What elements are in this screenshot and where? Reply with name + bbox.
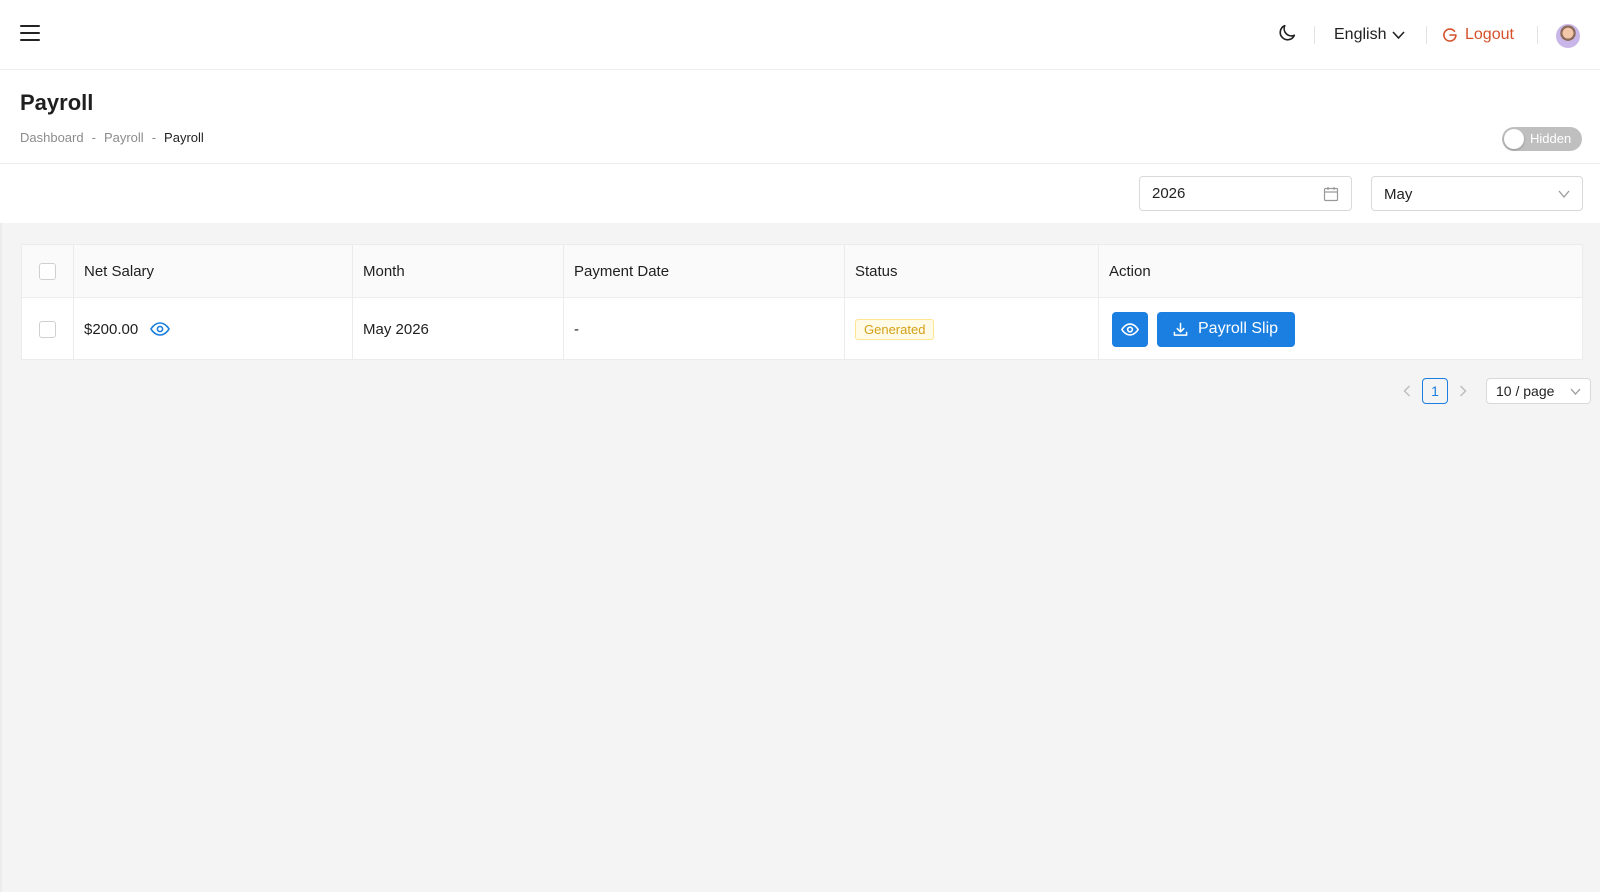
net-salary-cell: $200.00 [74,298,353,360]
breadcrumb-payroll[interactable]: Payroll [104,130,144,145]
user-avatar[interactable] [1556,24,1580,48]
month-select[interactable]: May [1371,176,1583,211]
eye-icon [1121,322,1139,336]
chevron-left-icon [1403,385,1411,397]
page-title: Payroll [20,90,94,115]
header-select-cell [22,245,74,297]
breadcrumb-dashboard[interactable]: Dashboard [20,130,84,145]
page-size-value: 10 / page [1496,383,1555,399]
divider [1426,26,1427,44]
chevron-right-icon [1459,385,1467,397]
toggle-knob [1504,129,1524,149]
pagination: 1 10 / page [1398,378,1591,404]
column-header-status[interactable]: Status [845,245,1099,297]
hidden-toggle[interactable]: Hidden [1502,127,1582,151]
row-select-cell [22,298,74,360]
breadcrumb-separator: - [151,130,157,145]
divider [1314,26,1315,44]
toggle-label: Hidden [1530,131,1572,146]
column-header-net-salary[interactable]: Net Salary [74,245,353,297]
logout-button[interactable]: Logout [1442,24,1514,46]
view-button[interactable] [1112,311,1148,347]
download-icon [1173,322,1188,336]
prev-page-button[interactable] [1398,378,1416,404]
logout-label: Logout [1465,26,1514,43]
select-all-checkbox[interactable] [39,262,56,280]
language-selector[interactable]: English [1334,24,1406,46]
divider [1537,26,1538,44]
hamburger-menu-icon[interactable] [20,24,40,42]
payroll-table: Net Salary Month Payment Date Status Act… [21,244,1583,360]
filter-bar: 2026 May [0,164,1600,223]
table-row: $200.00 May 2026 - Generated Payroll Sli… [22,298,1582,360]
column-header-payment-date[interactable]: Payment Date [564,245,845,297]
logout-icon [1443,28,1457,42]
moon-icon[interactable] [1276,22,1298,44]
payroll-slip-label: Payroll Slip [1198,320,1279,337]
column-header-action: Action [1109,262,1151,280]
breadcrumb: Dashboard - Payroll - Payroll [20,130,204,145]
page-number-button[interactable]: 1 [1422,378,1448,404]
next-page-button[interactable] [1454,378,1472,404]
month-value: May [1384,186,1413,203]
chevron-down-icon [1392,31,1406,40]
page-header: Payroll Dashboard - Payroll - Payroll Hi… [0,70,1600,164]
status-badge: Generated [855,318,935,340]
eye-icon[interactable] [150,322,171,336]
chevron-down-icon [1570,388,1581,395]
breadcrumb-current: Payroll [164,130,204,145]
language-label: English [1334,26,1387,43]
top-navbar: English Logout [0,0,1600,70]
year-value: 2026 [1152,185,1186,202]
month-cell: May 2026 [353,298,564,360]
action-cell: Payroll Slip [1099,298,1582,360]
net-salary-value: $200.00 [84,320,139,338]
payment-date-cell: - [564,298,845,360]
payroll-slip-button[interactable]: Payroll Slip [1157,311,1296,347]
calendar-icon [1323,187,1339,202]
breadcrumb-separator: - [91,130,96,145]
status-cell: Generated [845,298,1099,360]
chevron-down-icon [1558,190,1570,199]
row-checkbox[interactable] [39,320,56,338]
column-header-month[interactable]: Month [353,245,564,297]
page-size-select[interactable]: 10 / page [1486,378,1591,404]
table-header-row: Net Salary Month Payment Date Status Act… [22,245,1582,298]
year-picker[interactable]: 2026 [1139,176,1352,211]
